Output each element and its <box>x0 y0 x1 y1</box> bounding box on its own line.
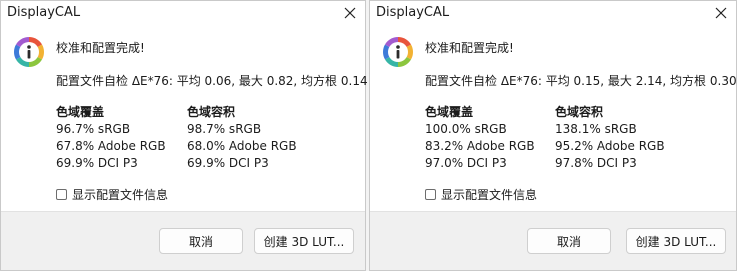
volume-dci-p3: 69.9% DCI P3 <box>187 156 269 170</box>
coverage-srgb: 96.7% sRGB <box>56 122 131 136</box>
volume-srgb: 138.1% sRGB <box>555 122 637 136</box>
volume-adobe-rgb: 95.2% Adobe RGB <box>555 139 665 153</box>
gamut-coverage-column: 色域覆盖 100.0% sRGB 83.2% Adobe RGB 97.0% D… <box>425 104 535 172</box>
close-button[interactable] <box>335 1 365 25</box>
show-profile-info-option[interactable]: 显示配置文件信息 <box>56 186 168 203</box>
create-3d-lut-button[interactable]: 创建 3D LUT... <box>254 228 354 254</box>
gamut-volume-column: 色域容积 138.1% sRGB 95.2% Adobe RGB 97.8% D… <box>555 104 665 172</box>
dialog-footer: 取消 创建 3D LUT... <box>370 211 736 270</box>
show-profile-info-label: 显示配置文件信息 <box>72 188 169 202</box>
volume-adobe-rgb: 68.0% Adobe RGB <box>187 139 297 153</box>
window-title: DisplayCAL <box>376 5 450 20</box>
gamut-volume-heading: 色域容积 <box>555 105 604 119</box>
completion-message: 校准和配置完成! <box>425 41 514 55</box>
title-bar: DisplayCAL <box>370 1 736 27</box>
profile-self-check-summary: 配置文件自检 ΔE*76: 平均 0.06, 最大 0.82, 均方根 0.14 <box>56 74 368 88</box>
screenshot-stage: DisplayCAL 校准和配置完成! 配置文件自检 ΔE*76: 平均 0.0… <box>0 0 737 271</box>
profile-self-check-summary: 配置文件自检 ΔE*76: 平均 0.15, 最大 2.14, 均方根 0.30 <box>425 74 737 88</box>
show-profile-info-checkbox[interactable] <box>56 189 67 200</box>
close-button[interactable] <box>706 1 736 25</box>
coverage-dci-p3: 97.0% DCI P3 <box>425 156 507 170</box>
volume-dci-p3: 97.8% DCI P3 <box>555 156 637 170</box>
gamut-volume-heading: 色域容积 <box>187 105 236 119</box>
coverage-srgb: 100.0% sRGB <box>425 122 507 136</box>
displaycal-dialog-left: DisplayCAL 校准和配置完成! 配置文件自检 ΔE*76: 平均 0.0… <box>0 0 368 271</box>
dialog-footer: 取消 创建 3D LUT... <box>1 211 365 270</box>
close-icon <box>715 7 727 19</box>
gamut-coverage-heading: 色域覆盖 <box>56 105 105 119</box>
show-profile-info-checkbox[interactable] <box>425 189 436 200</box>
gamut-volume-column: 色域容积 98.7% sRGB 68.0% Adobe RGB 69.9% DC… <box>187 104 297 172</box>
gamut-coverage-column: 色域覆盖 96.7% sRGB 67.8% Adobe RGB 69.9% DC… <box>56 104 166 172</box>
title-bar: DisplayCAL <box>1 1 365 27</box>
cancel-button[interactable]: 取消 <box>159 228 243 254</box>
coverage-dci-p3: 69.9% DCI P3 <box>56 156 138 170</box>
create-3d-lut-button[interactable]: 创建 3D LUT... <box>626 228 726 254</box>
show-profile-info-option[interactable]: 显示配置文件信息 <box>425 186 537 203</box>
cancel-button[interactable]: 取消 <box>527 228 611 254</box>
close-icon <box>344 7 356 19</box>
volume-srgb: 98.7% sRGB <box>187 122 262 136</box>
coverage-adobe-rgb: 67.8% Adobe RGB <box>56 139 166 153</box>
coverage-adobe-rgb: 83.2% Adobe RGB <box>425 139 535 153</box>
displaycal-dialog-right: DisplayCAL 校准和配置完成! 配置文件自检 ΔE*76: 平均 0.1… <box>369 0 737 271</box>
completion-message: 校准和配置完成! <box>56 41 145 55</box>
window-title: DisplayCAL <box>7 5 81 20</box>
info-icon <box>382 36 414 67</box>
gamut-coverage-heading: 色域覆盖 <box>425 105 474 119</box>
show-profile-info-label: 显示配置文件信息 <box>441 188 538 202</box>
info-icon <box>13 36 45 67</box>
